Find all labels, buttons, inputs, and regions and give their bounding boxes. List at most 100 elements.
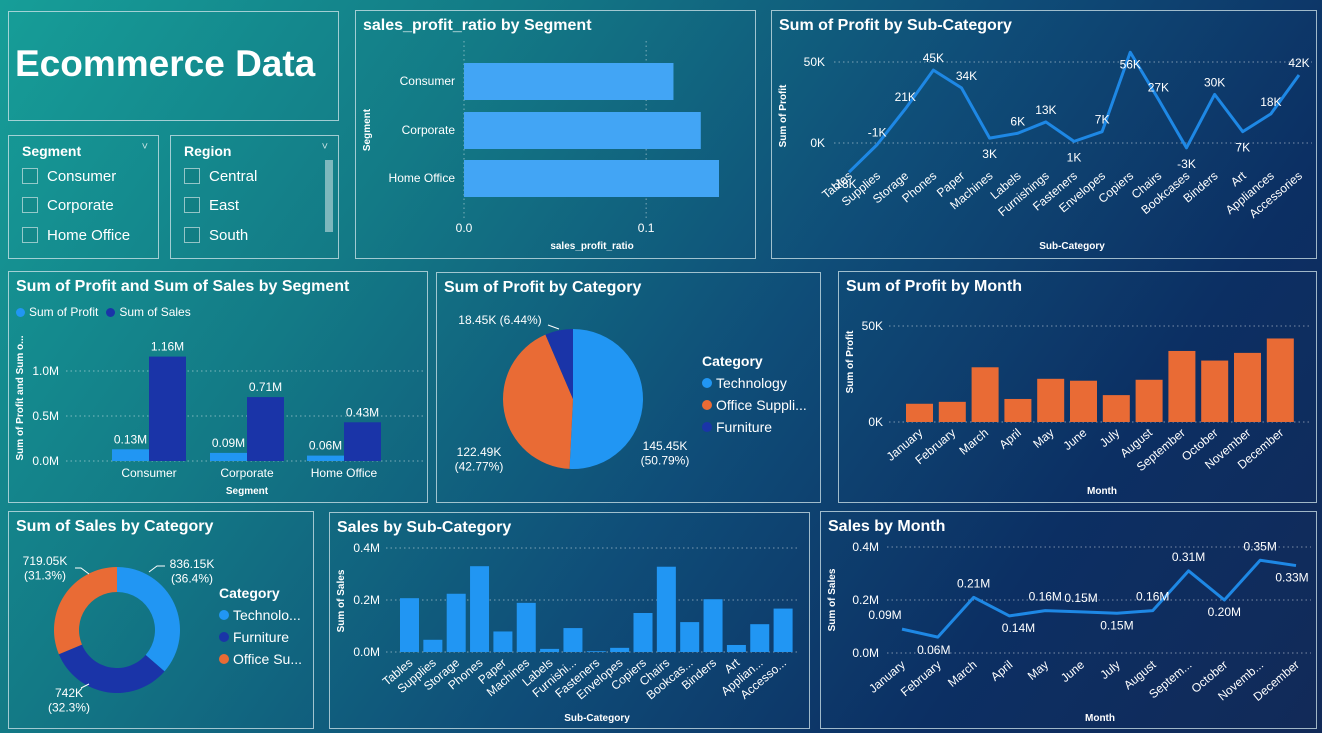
profit-by-subcategory-panel[interactable]: Sum of Profit by Sub-Category 50K 0K -18K T… — [771, 10, 1317, 259]
data-label: 27K — [1148, 80, 1169, 94]
data-label: 836.15K (36.4%) — [170, 557, 215, 585]
chevron-down-icon[interactable]: ˅ — [322, 141, 328, 153]
legend-item-furniture[interactable]: Furniture — [702, 419, 807, 435]
legend-item-technology[interactable]: Technology — [702, 375, 807, 391]
bar — [1201, 360, 1229, 422]
tick-label: 0.4M — [353, 541, 380, 555]
bar — [1135, 379, 1163, 422]
bar — [470, 566, 490, 652]
profit-by-month-chart: 50K0KJanuaryFebruaryMarch April May June Jul… — [845, 319, 1309, 497]
legend-item-technology[interactable]: Technolo... — [219, 607, 302, 623]
bar — [633, 613, 653, 652]
series-line — [901, 558, 1297, 639]
segment-slicer: Segment ˅ Consumer Corporate Home Office — [8, 135, 159, 259]
sales-by-subcategory-chart: 0.0M0.2M0.4MTablesSuppliesStoragePhonesP… — [336, 541, 800, 724]
bar — [1070, 380, 1097, 422]
bar — [1102, 395, 1130, 422]
legend-item-office-supplies[interactable]: Office Su... — [219, 651, 302, 667]
data-label: 21K — [895, 90, 916, 104]
bar — [680, 622, 700, 652]
segment-option-corporate[interactable]: Corporate — [22, 195, 114, 215]
data-label: 3K — [982, 147, 997, 161]
bar — [1168, 350, 1196, 422]
bar — [726, 644, 746, 652]
checkbox[interactable] — [22, 168, 38, 184]
data-label: 7K — [1095, 113, 1110, 127]
legend-item-furniture[interactable]: Furniture — [219, 629, 302, 645]
bar-profit — [210, 452, 247, 461]
sales-by-month-panel[interactable]: Sales by Month 0.0M 0.2M 0.4M 0.09M January 0… — [820, 511, 1317, 729]
tick-label: June — [1060, 425, 1089, 453]
region-option-east[interactable]: East — [184, 195, 239, 215]
legend-dot — [219, 632, 229, 642]
profit-by-category-panel[interactable]: Sum of Profit by Category 145.45K (50.79%… — [436, 272, 821, 503]
bar — [464, 112, 701, 149]
sales-by-category-panel[interactable]: Sum of Sales by Category 836.15K (36.4%) 7… — [8, 511, 314, 729]
checkbox[interactable] — [184, 168, 200, 184]
tick-label: 50K — [862, 319, 883, 333]
data-label: 42K — [1288, 56, 1309, 70]
data-label: 145.45K (50.79%) — [641, 439, 690, 467]
legend-dot — [219, 610, 229, 620]
legend-dot — [702, 400, 712, 410]
leader-line — [547, 324, 560, 330]
tick-label: 0.2M — [353, 593, 380, 607]
y-axis-label: Sum of Sales — [336, 569, 347, 632]
category-label: Corporate — [402, 123, 456, 137]
tick-label: April — [988, 658, 1015, 684]
region-slicer: Region ˅ Central East South — [170, 135, 339, 259]
checkbox[interactable] — [22, 227, 38, 243]
ratio-by-segment-panel[interactable]: sales_profit_ratio by Segment Consumer Co… — [355, 10, 756, 259]
profit-by-month-panel[interactable]: Sum of Profit by Month 50K 0K January Febru… — [838, 271, 1317, 503]
bar — [938, 401, 966, 422]
region-option-central[interactable]: Central — [184, 166, 257, 186]
y-axis-label: Sum of Sales — [827, 568, 838, 631]
y-axis-label: Sum of Profit and Sum o... — [15, 335, 26, 460]
data-label: 0.16M — [1029, 590, 1062, 604]
bar — [703, 599, 723, 652]
segment-option-home-office[interactable]: Home Office — [22, 225, 130, 245]
segment-option-consumer[interactable]: Consumer — [22, 166, 116, 186]
tick-label: April — [996, 426, 1023, 452]
tick-label: 0.1 — [638, 221, 655, 235]
checkbox[interactable] — [184, 227, 200, 243]
tick-label: 0K — [810, 136, 825, 150]
data-label: 0.33M — [1275, 571, 1308, 585]
x-axis-label: Month — [1087, 486, 1117, 497]
tick-label: July — [1097, 658, 1122, 682]
data-label: -3K — [1177, 157, 1196, 171]
y-axis-label: Segment — [362, 108, 373, 151]
checkbox[interactable] — [184, 197, 200, 213]
profit-sales-by-segment-panel[interactable]: Sum of Profit and Sum of Sales by Segmen… — [8, 271, 428, 503]
tick-label: 0.2M — [852, 593, 879, 607]
data-label: 18.45K (6.44%) — [458, 313, 541, 327]
data-label: 0.15M — [1064, 591, 1097, 605]
bar — [610, 647, 630, 652]
legend-item-office-supplies[interactable]: Office Suppli... — [702, 397, 807, 413]
chevron-down-icon[interactable]: ˅ — [142, 141, 148, 153]
x-axis-label: Sub-Category — [564, 713, 630, 724]
category-label: Corporate — [220, 466, 274, 480]
category-label: Home Office — [311, 466, 378, 480]
data-label: 122.49K (42.77%) — [455, 445, 504, 473]
bar — [563, 628, 583, 652]
tick-label: 0.4M — [852, 540, 879, 554]
sales-by-month-chart: 0.0M0.2M0.4M0.09MJanuary0.06MFebruary0.2… — [827, 539, 1311, 724]
data-label: 0.31M — [1172, 550, 1205, 564]
y-axis-label: Sum of Profit — [778, 84, 789, 147]
tick-label: March — [945, 658, 980, 690]
bar-profit — [112, 449, 149, 461]
data-label: 742K (32.3%) — [48, 686, 90, 714]
region-option-south[interactable]: South — [184, 225, 248, 245]
slicer-scrollbar[interactable] — [325, 160, 333, 232]
data-label: 0.71M — [249, 380, 282, 394]
sales-by-subcategory-panel[interactable]: Sales by Sub-Category 0.0M 0.2M 0.4M Tables… — [329, 512, 810, 729]
tick-label: February — [898, 658, 944, 700]
bar — [1266, 338, 1294, 422]
checkbox[interactable] — [22, 197, 38, 213]
data-label: 0.14M — [1002, 621, 1035, 635]
tick-label: 0.0M — [852, 646, 879, 660]
data-label: 0.21M — [957, 576, 990, 590]
bar — [464, 160, 719, 197]
data-label: 45K — [923, 51, 944, 65]
